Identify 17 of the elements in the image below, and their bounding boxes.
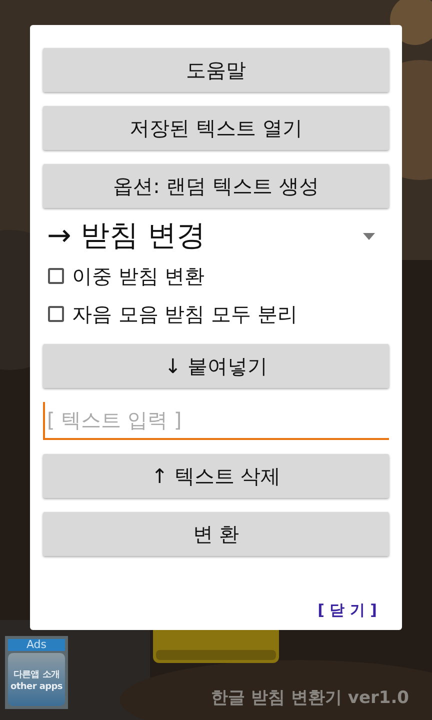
menu-button[interactable]: 도움말 [43, 48, 389, 92]
option-checkbox[interactable]: 자음 모음 받침 모두 분리 [43, 298, 389, 330]
other-apps-button[interactable]: 다른앱 소개 other apps [8, 653, 65, 706]
option-checkbox[interactable]: 이중 받침 변환 [43, 260, 389, 292]
convert-button[interactable]: 변 환 [43, 512, 389, 556]
dropdown-caret-icon[interactable] [363, 232, 375, 240]
menu-button[interactable]: 저장된 텍스트 열기 [43, 106, 389, 150]
menu-button[interactable]: 옵션: 랜덤 텍스트 생성 [43, 164, 389, 208]
app-title: 한글 받침 변환기 ver1.0 [211, 687, 409, 709]
ads-label: Ads [8, 639, 65, 651]
checkbox-icon[interactable] [48, 306, 64, 322]
delete-text-button[interactable]: ↑ 텍스트 삭제 [43, 454, 389, 498]
text-input-field[interactable]: [ 텍스트 입력 ] [43, 402, 389, 440]
mode-dropdown[interactable]: → 받침 변경 [47, 216, 206, 256]
close-link[interactable]: [ 닫 기 ] [318, 601, 377, 620]
paste-button[interactable]: ↓ 붙여넣기 [43, 344, 389, 388]
checkbox-icon[interactable] [48, 268, 64, 284]
